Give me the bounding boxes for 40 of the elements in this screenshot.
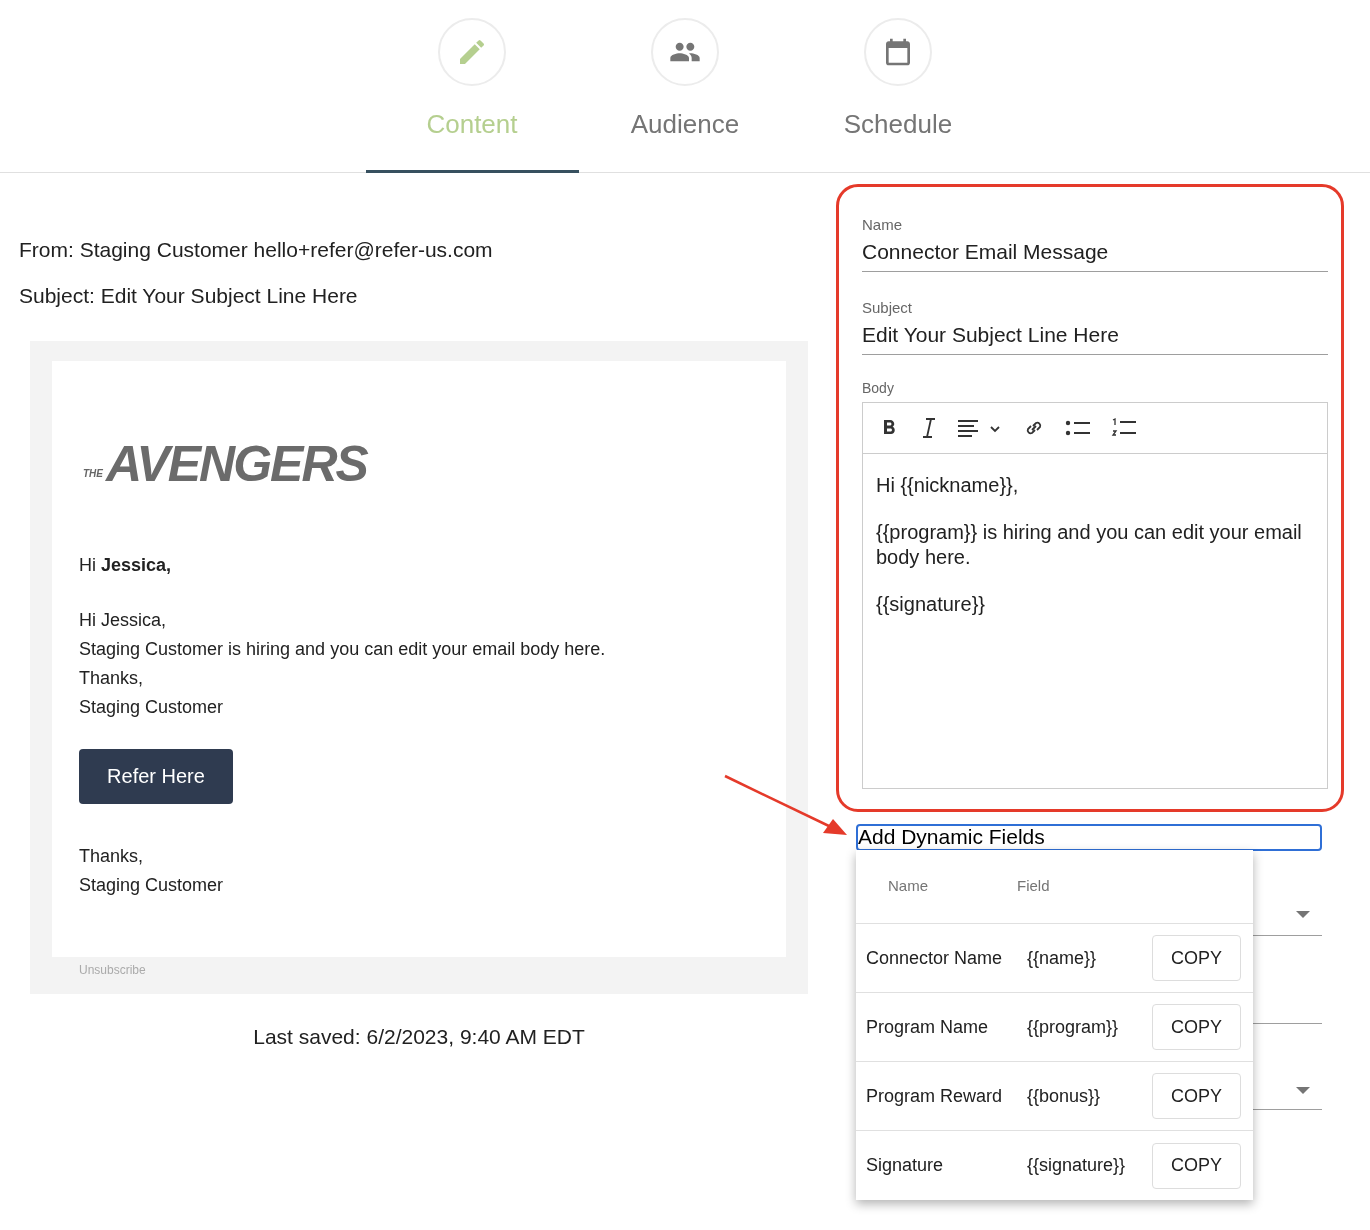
table-cell-text: {{name}} <box>1027 946 1098 970</box>
email-body-line: Staging Customer is hiring and you can edit your email body here. <box>79 638 607 661</box>
subject-line: Subject: Edit Your Subject Line Here <box>19 283 359 309</box>
editor-paragraph: {{program}} is hiring and you can edit your email body here. <box>876 520 1303 570</box>
column-header: Name <box>888 876 929 897</box>
tab[interactable]: Audience <box>578 0 792 173</box>
numbered-list-icon[interactable] <box>1111 417 1137 439</box>
from-line: From: Staging Customer hello+refer@refer-us.com <box>19 237 494 263</box>
table-cell-text: {{signature}} <box>1027 1154 1127 1177</box>
tab[interactable]: Schedule <box>791 0 1005 173</box>
body-label: Body <box>862 379 895 397</box>
avengers-logo: THEAVENGERS <box>82 435 369 494</box>
italic-icon[interactable] <box>921 417 937 439</box>
email-body-line: Hi Jessica, <box>79 609 168 632</box>
dropdown-caret-icon <box>1296 1087 1310 1094</box>
signature-line: Staging Customer <box>79 874 225 897</box>
table-cell-text: Program Reward <box>866 1084 1004 1108</box>
table-cell-text: Signature <box>866 1154 945 1177</box>
text-field[interactable]: Name Connector Email Message <box>862 215 1328 272</box>
email-body-line: Staging Customer <box>79 696 225 719</box>
column-header: Field <box>1017 876 1050 897</box>
copy-button[interactable]: COPY <box>1152 1142 1241 1189</box>
copy-button[interactable]: COPY <box>1152 935 1241 981</box>
table-cell-text: {{bonus}} <box>1027 1084 1102 1108</box>
editor-paragraph: {{signature}} <box>876 592 986 617</box>
table-cell-text: Program Name <box>866 1015 990 1039</box>
dropdown-caret-icon <box>1296 911 1310 918</box>
signature-line: Thanks, <box>79 845 145 868</box>
editor-paragraph: Hi {{nickname}}, <box>876 473 1020 498</box>
bullet-list-icon[interactable] <box>1065 419 1091 437</box>
table-cell-text: {{program}} <box>1027 1015 1120 1039</box>
align-icon[interactable] <box>957 419 1003 437</box>
copy-button[interactable]: COPY <box>1152 1073 1241 1119</box>
greeting-text: Hi Jessica, <box>79 554 173 577</box>
copy-button[interactable]: COPY <box>1152 1004 1241 1050</box>
email-body-line: Thanks, <box>79 667 145 690</box>
refer-button[interactable]: Refer Here <box>79 749 233 804</box>
table-cell-text: Connector Name <box>866 946 1004 970</box>
text-field[interactable]: Subject Edit Your Subject Line Here <box>862 298 1328 355</box>
last-saved-text: Last saved: 6/2/2023, 9:40 AM EDT <box>252 1024 586 1050</box>
